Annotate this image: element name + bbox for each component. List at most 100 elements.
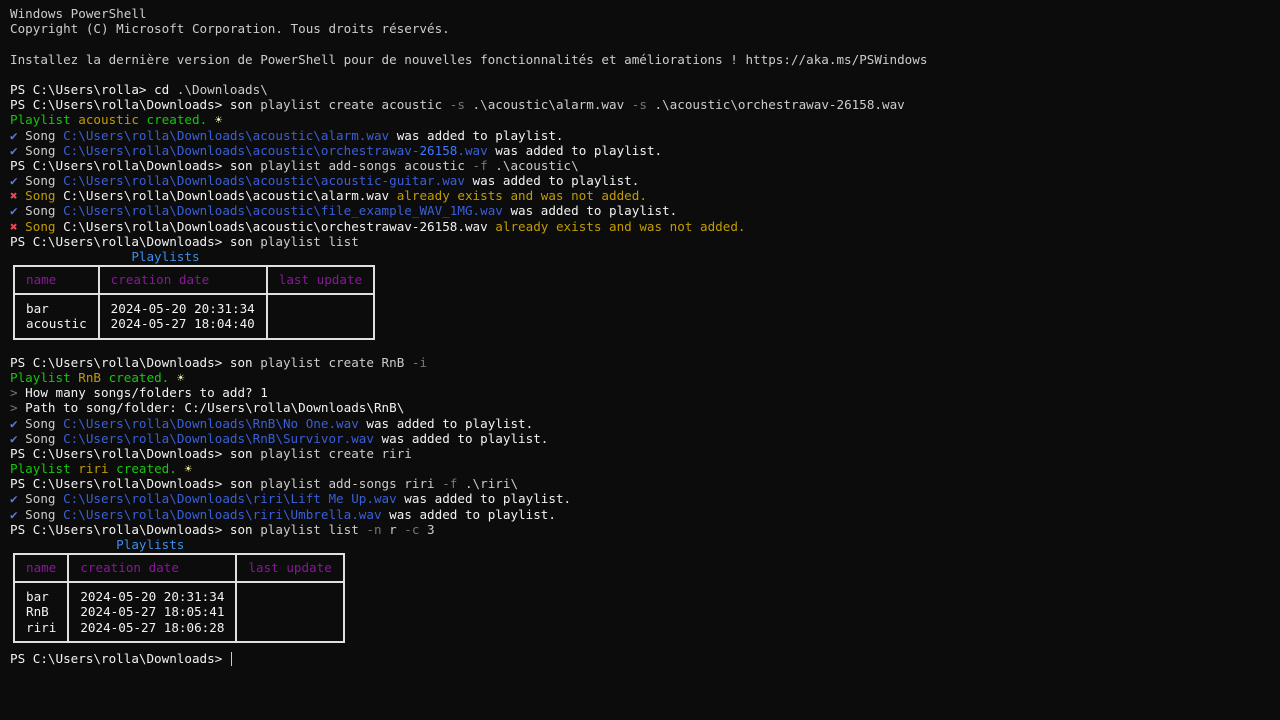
- column-header-creation-date: creation date: [97, 265, 268, 296]
- text-segment: Playlist: [10, 112, 79, 128]
- text-segment: already exists and was not added.: [487, 218, 746, 234]
- text-segment: Playlist: [10, 369, 79, 385]
- text-segment: was added to playlist.: [389, 127, 564, 143]
- column-header-name: name: [12, 553, 70, 584]
- text-segment: cd: [154, 81, 170, 97]
- playlists-table-1: Playlists name creation date last update…: [10, 249, 1270, 340]
- text-segment: ✔: [10, 173, 26, 189]
- text-segment: riri: [78, 461, 109, 477]
- text-segment: -f: [472, 157, 488, 173]
- output-line: > How many songs/folders to add? 1: [10, 385, 1270, 400]
- prompt-text: PS C:\Users\rolla\Downloads>: [10, 650, 230, 666]
- text-segment: Song: [25, 127, 64, 143]
- text-segment: PS C:\Users\rolla\Downloads>: [10, 157, 230, 173]
- text-segment: ✔: [10, 142, 26, 158]
- text-segment: playlist create RnB: [252, 354, 412, 370]
- table-title: Playlists: [10, 537, 185, 553]
- text-segment: ☀: [214, 112, 223, 128]
- text-segment: >: [10, 400, 26, 416]
- text-segment: playlist add-songs acoustic: [252, 157, 473, 173]
- text-segment: son: [229, 521, 253, 537]
- text-segment: PS C:\Users\rolla>: [10, 81, 155, 97]
- text-segment: PS C:\Users\rolla\Downloads>: [10, 445, 230, 461]
- text-segment: .\acoustic\alarm.wav: [464, 97, 632, 113]
- output-line: ✔ Song C:\Users\rolla\Downloads\riri\Umb…: [10, 507, 1270, 522]
- cell-names: bar RnB riri: [12, 581, 70, 643]
- text-segment: was added to playlist.: [502, 203, 678, 219]
- text-segment: ✔: [10, 506, 26, 522]
- text-segment: C:\Users\rolla\Downloads\acoustic\acoust…: [63, 173, 465, 189]
- output-line: Playlist acoustic created. ☀: [10, 112, 1270, 127]
- text-segment: Song: [25, 415, 64, 431]
- text-segment: PS C:\Users\rolla\Downloads>: [10, 97, 230, 113]
- text-segment: son: [229, 445, 253, 461]
- output-line: PS C:\Users\rolla\Downloads> son playlis…: [10, 158, 1270, 173]
- text-segment: playlist list: [252, 521, 367, 537]
- text-segment: C:\Users\rolla\Downloads\acoustic\alarm.…: [63, 188, 390, 204]
- cell-last-updates: [235, 581, 345, 643]
- text-segment: -f: [442, 476, 458, 492]
- text-segment: ✖: [10, 218, 26, 234]
- terminal-window[interactable]: Windows PowerShell Copyright (C) Microsof…: [10, 6, 1270, 667]
- text-segment: How many songs/folders to add? 1: [25, 385, 268, 401]
- text-segment: C:\Users\rolla\Downloads\RnB\Survivor.wa…: [63, 430, 374, 446]
- text-segment: son: [229, 354, 253, 370]
- command-prompt-line[interactable]: PS C:\Users\rolla\Downloads>: [10, 650, 1270, 667]
- text-segment: r: [381, 521, 405, 537]
- text-segment: Song: [25, 430, 64, 446]
- text-segment: already exists and was not added.: [389, 188, 647, 204]
- text-segment: was added to playlist.: [464, 173, 640, 189]
- text-segment: C:\Users\rolla\Downloads\acoustic\orches…: [63, 142, 420, 158]
- text-segment: C:\Users\rolla\Downloads\riri\Umbrella.w…: [63, 506, 382, 522]
- text-segment: .\acoustic\orchestrawav-26158.wav: [646, 97, 905, 113]
- text-segment: RnB: [78, 369, 101, 385]
- output-line: ✔ Song C:\Users\rolla\Downloads\acoustic…: [10, 143, 1270, 158]
- column-header-last-update: last update: [235, 553, 345, 584]
- text-segment: Song: [25, 203, 64, 219]
- text-segment: -i: [411, 354, 428, 370]
- text-segment: .\Downloads\: [169, 81, 268, 97]
- output-line: ✖ Song C:\Users\rolla\Downloads\acoustic…: [10, 219, 1270, 234]
- playlists-table-2: Playlists name creation date last update…: [10, 537, 1270, 643]
- text-segment: was added to playlist.: [373, 430, 549, 446]
- header-line: Copyright (C) Microsoft Corporation. Tou…: [10, 21, 450, 37]
- text-segment: playlist add-songs riri: [252, 476, 443, 492]
- text-segment: -s: [449, 97, 465, 113]
- header-line: Installez la dernière version de PowerSh…: [10, 51, 928, 67]
- text-segment: created.: [108, 461, 185, 477]
- text-segment: -n: [366, 521, 382, 537]
- text-segment: created.: [138, 112, 215, 128]
- text-segment: PS C:\Users\rolla\Downloads>: [10, 354, 230, 370]
- text-segment: Song: [25, 188, 64, 204]
- text-segment: .wav: [457, 142, 488, 158]
- text-segment: was added to playlist.: [487, 142, 663, 158]
- text-segment: ✔: [10, 203, 26, 219]
- column-header-creation-date: creation date: [67, 553, 238, 584]
- text-segment: acoustic: [78, 112, 139, 128]
- output-line: ✔ Song C:\Users\rolla\Downloads\RnB\No O…: [10, 416, 1270, 431]
- text-segment: PS C:\Users\rolla\Downloads>: [10, 476, 230, 492]
- text-segment: Song: [25, 506, 64, 522]
- column-header-name: name: [13, 265, 100, 296]
- text-segment: playlist create riri: [252, 445, 412, 461]
- header-line: [10, 36, 1270, 51]
- output-line: PS C:\Users\rolla\Downloads> son playlis…: [10, 97, 1270, 112]
- text-segment: ✔: [10, 415, 26, 431]
- output-line: PS C:\Users\rolla> cd .\Downloads\: [10, 82, 1270, 97]
- text-segment: playlist create acoustic: [252, 97, 450, 113]
- text-segment: Path to song/folder: C:/Users\rolla\Down…: [25, 400, 405, 416]
- output-line: PS C:\Users\rolla\Downloads> son playlis…: [10, 446, 1270, 461]
- text-segment: ✔: [10, 430, 26, 446]
- text-segment: .\riri\: [457, 476, 519, 492]
- column-header-last-update: last update: [265, 265, 376, 296]
- text-segment: was added to playlist.: [358, 415, 534, 431]
- text-segment: C:\Users\rolla\Downloads\acoustic\alarm.…: [63, 127, 390, 143]
- output-line: > Path to song/folder: C:/Users\rolla\Do…: [10, 400, 1270, 415]
- cell-creation-dates: 2024-05-20 20:31:34 2024-05-27 18:05:41 …: [67, 581, 238, 643]
- text-segment: .\acoustic\: [487, 157, 579, 173]
- text-segment: Song: [25, 218, 64, 234]
- output-line: ✖ Song C:\Users\rolla\Downloads\acoustic…: [10, 188, 1270, 203]
- output-line: PS C:\Users\rolla\Downloads> son playlis…: [10, 234, 1270, 249]
- text-segment: Song: [25, 173, 64, 189]
- table-title: Playlists: [10, 249, 200, 264]
